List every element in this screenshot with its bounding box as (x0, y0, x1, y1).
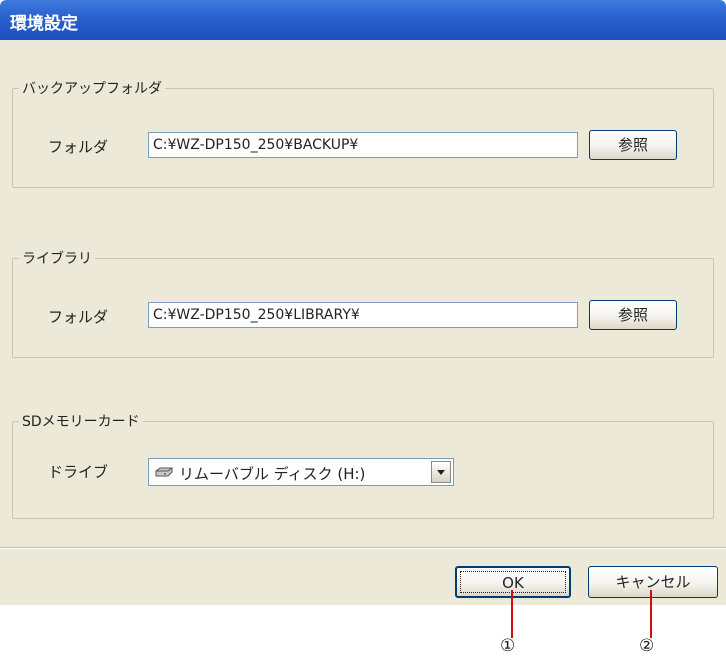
drive-select-value: リムーバブル ディスク (H:) (179, 465, 366, 483)
callout-line-ok (511, 590, 513, 638)
library-group-label: ライブラリ (19, 248, 95, 268)
library-folder-label: フォルダ (48, 308, 109, 326)
backup-group-label: バックアップフォルダ (19, 78, 165, 98)
ok-button[interactable]: OK (455, 566, 571, 598)
dropdown-arrow-icon[interactable] (431, 461, 451, 483)
ok-button-label: OK (502, 574, 524, 592)
callout-marker-cancel: ② (639, 636, 655, 656)
library-browse-button[interactable]: 参照 (589, 300, 677, 330)
backup-browse-button[interactable]: 参照 (589, 130, 677, 160)
callout-line-cancel (650, 590, 652, 638)
sdcard-group: SDメモリーカード ドライブ リムーバブル ディスク (H:) (12, 411, 714, 519)
backup-folder-input[interactable]: C:¥WZ-DP150_250¥BACKUP¥ (148, 132, 578, 158)
settings-dialog: 環境設定 バックアップフォルダ フォルダ C:¥WZ-DP150_250¥BAC… (0, 0, 726, 605)
backup-folder-label: フォルダ (48, 138, 109, 156)
backup-folder-group: バックアップフォルダ フォルダ C:¥WZ-DP150_250¥BACKUP¥ … (12, 78, 714, 188)
sdcard-group-label: SDメモリーカード (19, 411, 143, 431)
window-title: 環境設定 (10, 14, 78, 34)
drive-select[interactable]: リムーバブル ディスク (H:) (148, 458, 454, 486)
library-folder-group: ライブラリ フォルダ C:¥WZ-DP150_250¥LIBRARY¥ 参照 (12, 248, 714, 358)
callout-marker-ok: ① (500, 636, 516, 656)
drive-label: ドライブ (48, 463, 109, 481)
library-folder-input[interactable]: C:¥WZ-DP150_250¥LIBRARY¥ (148, 302, 578, 328)
title-bar: 環境設定 (0, 0, 726, 40)
removable-disk-icon (155, 467, 173, 477)
footer-divider (0, 547, 726, 549)
cancel-button[interactable]: キャンセル (588, 566, 718, 598)
